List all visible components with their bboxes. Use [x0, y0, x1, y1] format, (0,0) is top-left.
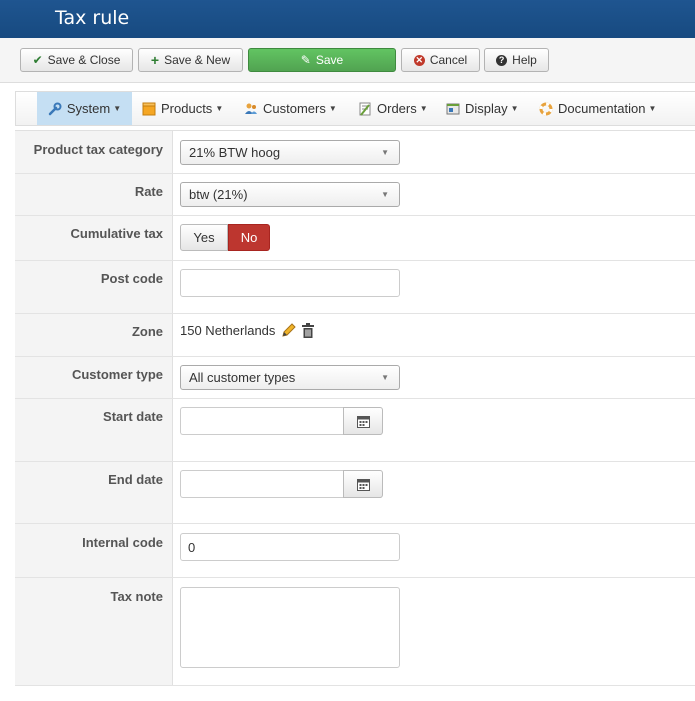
- customer-type-value: All customer types: [189, 370, 296, 385]
- menu-customers[interactable]: Customers ▼: [244, 92, 337, 125]
- cancel-icon: ✕: [413, 54, 425, 66]
- chevron-down-icon: ▼: [381, 148, 389, 157]
- start-date-calendar-button[interactable]: [343, 407, 383, 435]
- menu-display[interactable]: Display ▼: [446, 92, 519, 125]
- menu-customers-label: Customers: [263, 101, 326, 116]
- calendar-icon: [356, 415, 370, 428]
- save-button[interactable]: ✎ Save: [248, 48, 396, 72]
- cancel-label: Cancel: [429, 53, 468, 67]
- menu-orders-label: Orders: [377, 101, 417, 116]
- chevron-down-icon: ▼: [648, 104, 657, 113]
- save-new-label: Save & New: [164, 53, 231, 67]
- chevron-down-icon: ▼: [381, 190, 389, 199]
- wrench-icon: [48, 102, 62, 115]
- main-menu: System ▼ Products ▼ Customers ▼ Orders ▼…: [15, 91, 695, 126]
- rate-value: btw (21%): [189, 187, 248, 202]
- post-code-input[interactable]: [180, 269, 400, 297]
- start-date-input[interactable]: [180, 407, 345, 435]
- menu-products-label: Products: [161, 101, 213, 116]
- chevron-down-icon: ▼: [381, 373, 389, 382]
- tax-rule-form: Product tax category 21% BTW hoog ▼ Rate…: [15, 130, 695, 686]
- cumulative-tax-toggle: Yes No: [180, 224, 270, 251]
- users-icon: [245, 103, 257, 114]
- rate-select[interactable]: btw (21%) ▼: [180, 182, 400, 207]
- row-divider: [15, 461, 695, 462]
- toolbar: ✔ Save & Close + Save & New ✎ Save ✕ Can…: [0, 38, 695, 83]
- save-close-label: Save & Close: [47, 53, 121, 67]
- lifebuoy-icon: [539, 102, 553, 115]
- cumulative-tax-yes-button[interactable]: Yes: [180, 224, 228, 251]
- internal-code-input[interactable]: 0: [180, 533, 400, 561]
- chevron-down-icon: ▼: [113, 104, 122, 113]
- help-label: Help: [512, 53, 537, 67]
- row-divider: [15, 173, 695, 174]
- menu-documentation-label: Documentation: [558, 101, 646, 116]
- calendar-icon: [356, 478, 370, 491]
- row-divider: [15, 685, 695, 686]
- menu-orders[interactable]: Orders ▼: [358, 92, 428, 125]
- help-icon: ?: [496, 54, 508, 66]
- menu-products[interactable]: Products ▼: [142, 92, 223, 125]
- row-divider: [15, 356, 695, 357]
- menu-system-label: System: [66, 101, 111, 116]
- check-icon: ✔: [32, 53, 43, 67]
- product-tax-category-label: Product tax category: [33, 142, 163, 157]
- menu-system[interactable]: System ▼: [37, 92, 132, 125]
- tax-note-label: Tax note: [110, 589, 164, 604]
- row-divider: [15, 577, 695, 578]
- product-tax-category-select[interactable]: 21% BTW hoog ▼: [180, 140, 400, 165]
- customer-type-label: Customer type: [71, 367, 163, 382]
- menu-documentation[interactable]: Documentation ▼: [539, 92, 656, 125]
- chevron-down-icon: ▼: [215, 104, 224, 113]
- zone-field: 150 Netherlands: [180, 323, 315, 338]
- chevron-down-icon: ▼: [510, 104, 519, 113]
- zone-value: 150 Netherlands: [180, 323, 276, 338]
- trash-icon[interactable]: [302, 323, 315, 338]
- row-divider: [15, 313, 695, 314]
- save-label: Save: [315, 53, 344, 67]
- end-date-label: End date: [108, 472, 163, 487]
- pencil-icon[interactable]: [281, 323, 297, 338]
- save-close-button[interactable]: ✔ Save & Close: [20, 48, 133, 72]
- page-title: Tax rule: [55, 7, 130, 29]
- help-button[interactable]: ? Help: [484, 48, 549, 72]
- title-bar: Tax rule: [0, 0, 695, 38]
- box-icon: [142, 102, 156, 115]
- product-tax-category-value: 21% BTW hoog: [189, 145, 281, 160]
- plus-icon: +: [150, 52, 160, 68]
- chevron-down-icon: ▼: [328, 104, 337, 113]
- display-icon: [446, 103, 460, 114]
- menu-display-label: Display: [465, 101, 508, 116]
- customer-type-select[interactable]: All customer types ▼: [180, 365, 400, 390]
- end-date-calendar-button[interactable]: [343, 470, 383, 498]
- cumulative-tax-no-button[interactable]: No: [228, 224, 270, 251]
- save-new-button[interactable]: + Save & New: [138, 48, 243, 72]
- internal-code-label: Internal code: [82, 535, 163, 550]
- row-divider: [15, 215, 695, 216]
- rate-label: Rate: [134, 184, 163, 199]
- zone-label: Zone: [131, 324, 163, 339]
- edit-icon: ✎: [300, 53, 311, 67]
- end-date-input[interactable]: [180, 470, 345, 498]
- cancel-button[interactable]: ✕ Cancel: [401, 48, 480, 72]
- row-divider: [15, 398, 695, 399]
- orders-icon: [359, 102, 371, 116]
- start-date-label: Start date: [103, 409, 163, 424]
- row-divider: [15, 523, 695, 524]
- row-divider: [15, 260, 695, 261]
- chevron-down-icon: ▼: [419, 104, 428, 113]
- cumulative-tax-label: Cumulative tax: [70, 226, 163, 241]
- post-code-label: Post code: [100, 271, 163, 286]
- tax-note-textarea[interactable]: [180, 587, 400, 668]
